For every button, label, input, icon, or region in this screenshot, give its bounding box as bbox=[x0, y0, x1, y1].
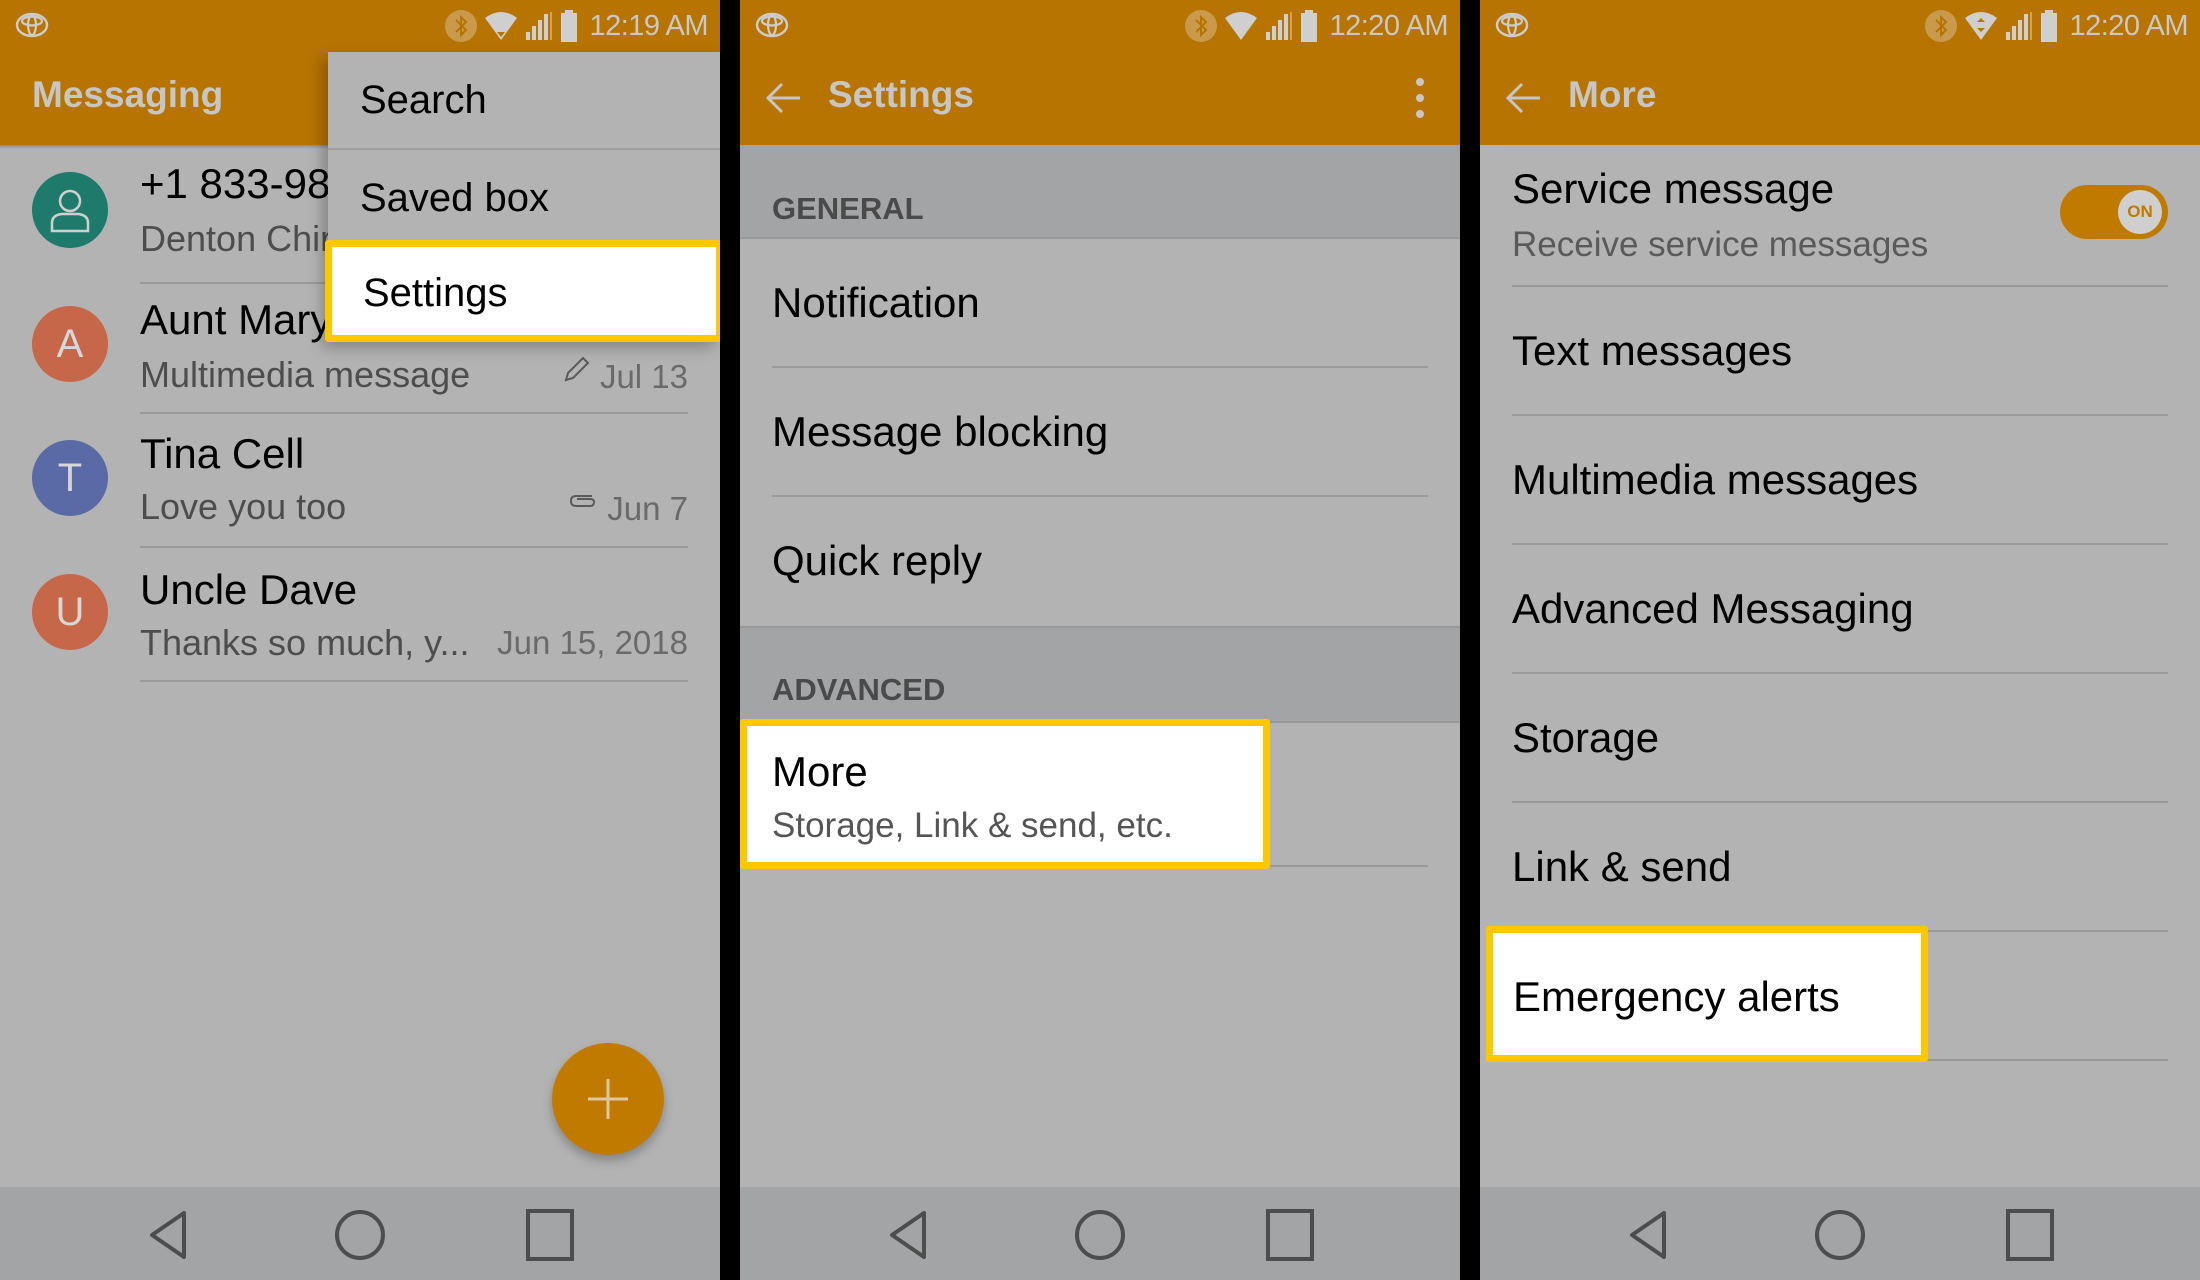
conversation-snippet: Love you too bbox=[140, 486, 347, 527]
back-nav-icon[interactable] bbox=[1622, 1207, 1678, 1263]
avatar: T bbox=[32, 440, 108, 516]
home-nav-icon[interactable] bbox=[1812, 1207, 1868, 1263]
bluetooth-icon bbox=[1185, 10, 1218, 42]
signal-icon bbox=[526, 12, 553, 40]
signal-icon bbox=[2006, 12, 2033, 40]
conversation-snippet: Multimedia message bbox=[140, 354, 471, 395]
bluetooth-icon bbox=[1925, 10, 1958, 42]
navigation-bar bbox=[0, 1187, 720, 1280]
back-arrow-icon[interactable] bbox=[764, 78, 804, 118]
more-settings-screen: 12:20 AM More Service message Receive se… bbox=[1480, 0, 2200, 1280]
back-arrow-icon[interactable] bbox=[1504, 78, 1544, 118]
settings-item-more[interactable]: More Storage, Link & send, etc. bbox=[740, 719, 1270, 869]
conversation-item[interactable]: T Tina Cell Love you too Jun 7 bbox=[0, 418, 720, 552]
messaging-screen: 12:19 AM Messaging +1 833-98 Denton Chir… bbox=[0, 0, 720, 1280]
recents-nav-icon[interactable] bbox=[2002, 1207, 2058, 1263]
paperclip-icon bbox=[569, 495, 596, 507]
home-nav-icon[interactable] bbox=[332, 1207, 388, 1263]
wifi-icon bbox=[485, 12, 518, 40]
settings-item-service-message[interactable]: Service message Receive service messages… bbox=[1480, 145, 2200, 287]
plus-icon bbox=[588, 1079, 628, 1119]
menu-item-saved-box[interactable]: Saved box bbox=[328, 150, 720, 246]
compose-button[interactable] bbox=[552, 1043, 664, 1155]
bluetooth-icon bbox=[445, 10, 478, 42]
settings-item-emergency-alerts[interactable]: Emergency alerts bbox=[1486, 926, 1928, 1062]
battery-icon bbox=[1301, 10, 1318, 42]
toyota-logo-icon bbox=[15, 12, 49, 38]
app-title: Settings bbox=[828, 74, 974, 115]
app-title: Messaging bbox=[32, 74, 224, 115]
settings-item-message-blocking[interactable]: Message blocking bbox=[740, 368, 1460, 497]
conversation-date: Jul 13 bbox=[599, 358, 688, 395]
service-message-toggle[interactable]: ON bbox=[2060, 185, 2168, 239]
menu-item-settings[interactable]: Settings bbox=[325, 240, 720, 342]
settings-item-link-send[interactable]: Link & send bbox=[1480, 803, 2200, 932]
avatar: A bbox=[32, 306, 108, 382]
battery-icon bbox=[2041, 10, 2058, 42]
pencil-icon bbox=[564, 356, 590, 382]
settings-item-notification[interactable]: Notification bbox=[740, 239, 1460, 368]
wifi-icon bbox=[1225, 12, 1258, 40]
conversation-name: Tina Cell bbox=[140, 430, 305, 477]
conversation-snippet: Thanks so much, y... bbox=[140, 622, 470, 663]
status-time: 12:19 AM bbox=[589, 9, 708, 42]
status-bar: 12:20 AM bbox=[740, 0, 1460, 52]
app-bar: More bbox=[1480, 52, 2200, 145]
conversation-date: Jun 15, 2018 bbox=[497, 624, 688, 661]
toyota-logo-icon bbox=[755, 12, 789, 38]
status-bar: 12:20 AM bbox=[1480, 0, 2200, 52]
back-nav-icon[interactable] bbox=[882, 1207, 938, 1263]
wifi-icon bbox=[1965, 12, 1998, 40]
section-header-general: GENERAL bbox=[740, 145, 1460, 237]
status-bar: 12:19 AM bbox=[0, 0, 720, 52]
status-time: 12:20 AM bbox=[1329, 9, 1448, 42]
conversation-name: Uncle Dave bbox=[140, 566, 358, 613]
status-time: 12:20 AM bbox=[2069, 9, 2188, 42]
back-nav-icon[interactable] bbox=[142, 1207, 198, 1263]
person-icon bbox=[50, 189, 90, 233]
battery-icon bbox=[561, 10, 578, 42]
settings-item-storage[interactable]: Storage bbox=[1480, 674, 2200, 803]
conversation-name: +1 833-98 bbox=[140, 160, 331, 207]
section-header-advanced: ADVANCED bbox=[740, 628, 1460, 721]
more-options-icon[interactable] bbox=[1414, 74, 1426, 124]
navigation-bar bbox=[1480, 1187, 2200, 1280]
conversation-item[interactable]: U Uncle Dave Thanks so much, y... Jun 15… bbox=[0, 552, 720, 686]
recents-nav-icon[interactable] bbox=[1262, 1207, 1318, 1263]
app-bar: Settings bbox=[740, 52, 1460, 145]
avatar: U bbox=[32, 574, 108, 650]
toggle-knob: ON bbox=[2118, 190, 2162, 234]
navigation-bar bbox=[740, 1187, 1460, 1280]
settings-screen: 12:20 AM Settings GENERAL Notification M… bbox=[740, 0, 1460, 1280]
recents-nav-icon[interactable] bbox=[522, 1207, 578, 1263]
avatar bbox=[32, 172, 108, 248]
signal-icon bbox=[1266, 12, 1293, 40]
settings-item-multimedia-messages[interactable]: Multimedia messages bbox=[1480, 416, 2200, 545]
home-nav-icon[interactable] bbox=[1072, 1207, 1128, 1263]
settings-item-text-messages[interactable]: Text messages bbox=[1480, 287, 2200, 416]
app-title: More bbox=[1568, 74, 1657, 115]
menu-item-search[interactable]: Search bbox=[328, 52, 720, 148]
toyota-logo-icon bbox=[1495, 12, 1529, 38]
conversation-snippet: Denton Chir bbox=[140, 218, 333, 259]
conversation-date: Jun 7 bbox=[607, 490, 688, 527]
settings-item-quick-reply[interactable]: Quick reply bbox=[740, 497, 1460, 626]
conversation-name: Aunt Mary bbox=[140, 296, 332, 343]
settings-item-advanced-messaging[interactable]: Advanced Messaging bbox=[1480, 545, 2200, 674]
